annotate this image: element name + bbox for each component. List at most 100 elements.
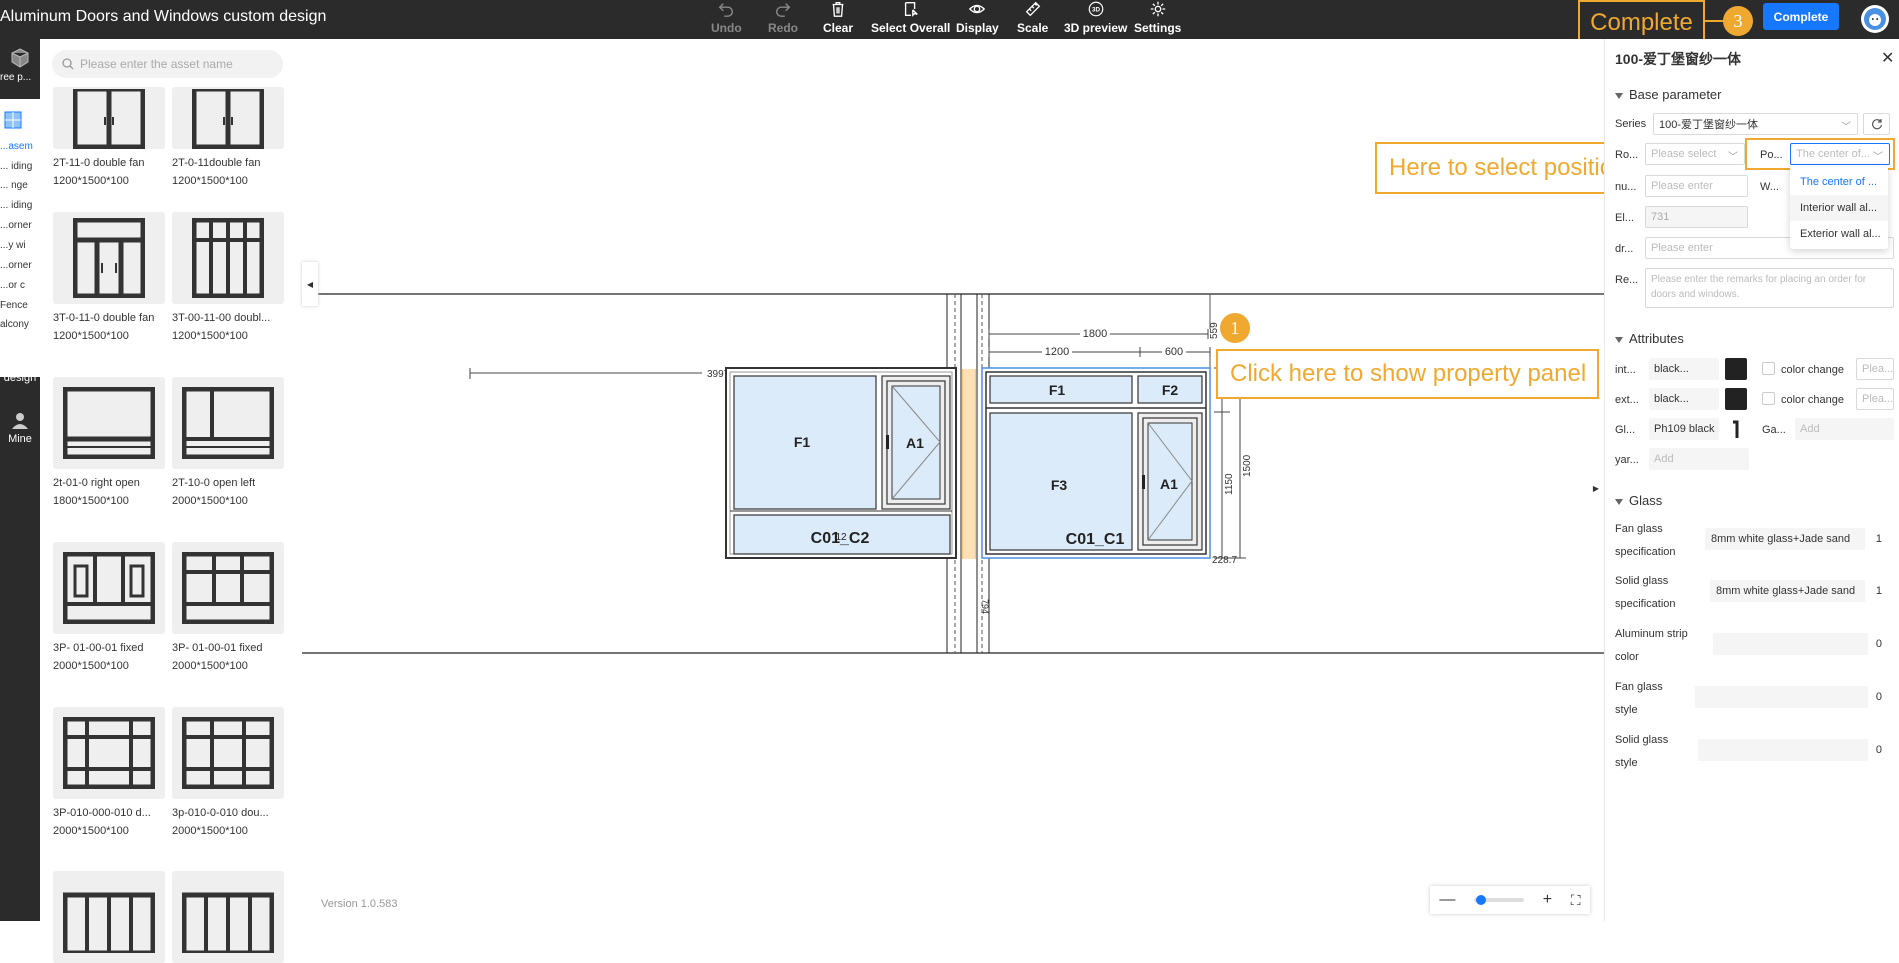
- ext-color-change-label: color change: [1781, 394, 1844, 406]
- clear-button[interactable]: Clear: [823, 0, 853, 39]
- ai-icon: AI: [11, 352, 29, 371]
- undo-button[interactable]: Undo: [711, 0, 742, 39]
- section-glass[interactable]: Glass: [1615, 493, 1662, 508]
- asset-search[interactable]: [52, 50, 283, 78]
- asset-card[interactable]: 2t-01-0 right open 1800*1500*100: [53, 377, 165, 507]
- 3d-preview-button[interactable]: 3D 3D preview: [1064, 0, 1127, 39]
- submenu-item-casement[interactable]: asem...: [0, 141, 40, 152]
- submenu-item-fence[interactable]: Fence: [0, 300, 40, 311]
- ga-input[interactable]: Add: [1795, 418, 1894, 440]
- right-window-a1: A1: [1160, 476, 1178, 492]
- submenu-item-hinge[interactable]: nge ...: [0, 180, 40, 191]
- zoom-slider-handle[interactable]: [1476, 895, 1487, 905]
- submenu-item-balcony[interactable]: alcony: [0, 319, 40, 330]
- glass-row-value[interactable]: [1698, 739, 1868, 761]
- asset-card[interactable]: 2T-11-0 double fan 1200*1500*100: [53, 87, 165, 187]
- asset-card[interactable]: 2T-0-11double fan 1200*1500*100: [172, 87, 284, 187]
- nav-item-mine[interactable]: Mine: [0, 410, 40, 445]
- nu-input[interactable]: Please enter: [1645, 175, 1748, 197]
- ext-color-swatch[interactable]: [1725, 388, 1747, 410]
- remarks-textarea[interactable]: Please enter the remarks for placing an …: [1645, 268, 1894, 308]
- section-attributes[interactable]: Attributes: [1615, 331, 1684, 346]
- asset-dims: 2000*1500*100: [172, 825, 248, 837]
- yar-input[interactable]: Add: [1649, 448, 1749, 470]
- int-color-swatch[interactable]: [1725, 358, 1747, 380]
- asset-card[interactable]: 3P- 01-00-01 fixed 2000*1500*100: [53, 542, 165, 672]
- dim-228: 228.7: [1212, 555, 1237, 566]
- zoom-in-icon[interactable]: +: [1543, 891, 1552, 909]
- asset-card[interactable]: 3P- 01-00-01 fixed 2000*1500*100: [172, 542, 284, 672]
- int-color-select[interactable]: black...: [1649, 358, 1719, 380]
- submenu-item-folding[interactable]: iding ...: [0, 200, 40, 211]
- ro-select[interactable]: Please select ﹀: [1645, 143, 1745, 165]
- int-color-change-checkbox[interactable]: [1762, 362, 1775, 375]
- refresh-series-button[interactable]: [1863, 113, 1890, 135]
- display-button[interactable]: Display: [956, 0, 999, 39]
- handle-icon[interactable]: [1725, 418, 1747, 440]
- asset-thumbnail: [53, 87, 165, 149]
- zoom-slider[interactable]: [1474, 895, 1525, 905]
- asset-card[interactable]: 3P-010-000-010 d... 2000*1500*100: [53, 707, 165, 837]
- asset-dims: 1200*1500*100: [53, 175, 129, 187]
- triangle-right-icon: ▶: [1592, 483, 1600, 493]
- submenu-item-bay-window[interactable]: y wi...: [0, 240, 40, 251]
- glass-row-count: 0: [1875, 638, 1882, 650]
- partial-window-thumbnail: [63, 892, 155, 953]
- ext-color-select[interactable]: black...: [1649, 388, 1719, 410]
- gear-icon: [1150, 1, 1165, 17]
- asset-thumbnail: [172, 87, 284, 149]
- submenu-item-door[interactable]: or c...: [0, 280, 40, 291]
- asset-card[interactable]: 2T-10-0 open left 2000*1500*100: [172, 377, 284, 507]
- asset-card[interactable]: 3T-0-11-0 double fan 1200*1500*100: [53, 212, 165, 342]
- nav-item-active-bg[interactable]: [0, 99, 40, 137]
- redo-button[interactable]: Redo: [768, 0, 798, 39]
- nav-item-free[interactable]: ree p...: [0, 47, 40, 83]
- submenu-item-corner-2[interactable]: orner...: [0, 260, 40, 271]
- glass-row-value[interactable]: [1713, 633, 1868, 655]
- settings-button[interactable]: Settings: [1134, 0, 1181, 39]
- position-option[interactable]: Interior wall al...: [1790, 195, 1888, 221]
- glass-row-value[interactable]: 8mm white glass+Jade sand: [1710, 580, 1865, 602]
- cube-icon: [11, 48, 29, 68]
- fit-screen-icon[interactable]: ⛶: [1571, 892, 1581, 909]
- left-window-f1: F1: [794, 434, 811, 450]
- select-overall-button[interactable]: Select Overall: [871, 0, 950, 39]
- ext-color-change-checkbox[interactable]: [1762, 392, 1775, 405]
- collapse-asset-panel-button[interactable]: ◀: [302, 262, 318, 306]
- asset-card[interactable]: 3p-010-0-010 dou... 2000*1500*100: [172, 707, 284, 837]
- asset-thumbnail: [53, 871, 165, 963]
- chevron-down-icon: ﹀: [1873, 152, 1883, 163]
- el-input[interactable]: 731: [1645, 206, 1748, 228]
- asset-card[interactable]: [172, 871, 284, 963]
- select-icon: [904, 2, 918, 17]
- ext-color-input[interactable]: Plea...: [1856, 388, 1894, 410]
- asset-search-input[interactable]: [80, 57, 270, 71]
- asset-thumbnail: [172, 707, 284, 799]
- series-select[interactable]: 100-爱丁堡窗纱一体 ﹀: [1653, 113, 1858, 135]
- triangle-left-icon: ◀: [306, 279, 314, 289]
- asset-card[interactable]: 3T-00-11-00 doubl... 1200*1500*100: [172, 212, 284, 342]
- submenu-item-sliding[interactable]: iding ...: [0, 161, 40, 172]
- glass-row-value[interactable]: [1695, 686, 1868, 708]
- glass-row-count: 1: [1875, 585, 1882, 597]
- avatar[interactable]: [1861, 5, 1889, 33]
- chevron-down-icon: ﹀: [1728, 152, 1738, 163]
- complete-button[interactable]: Complete: [1763, 3, 1839, 30]
- asset-thumbnail: [172, 212, 284, 304]
- gl-select[interactable]: Ph109 black: [1649, 418, 1719, 440]
- submenu-item-corner[interactable]: orner...: [0, 220, 40, 231]
- glass-row-value[interactable]: 8mm white glass+Jade sand: [1705, 528, 1865, 550]
- zoom-out-icon[interactable]: —: [1439, 891, 1455, 909]
- int-color-input[interactable]: Plea...: [1856, 358, 1894, 380]
- dr-label: dr...: [1615, 243, 1634, 255]
- toggle-property-panel-button[interactable]: ▶: [1588, 466, 1604, 510]
- refresh-icon: [1871, 119, 1882, 130]
- section-base-parameter[interactable]: Base parameter: [1615, 87, 1722, 102]
- scale-button[interactable]: Scale: [1017, 0, 1048, 39]
- position-select[interactable]: The center of... ﹀: [1790, 143, 1890, 165]
- position-option[interactable]: The center of ...: [1790, 169, 1888, 195]
- asset-card[interactable]: [53, 871, 165, 963]
- nav-item-ai-design[interactable]: AI design: [0, 352, 40, 384]
- close-icon[interactable]: ✕: [1881, 48, 1894, 68]
- position-option[interactable]: Exterior wall al...: [1790, 221, 1888, 247]
